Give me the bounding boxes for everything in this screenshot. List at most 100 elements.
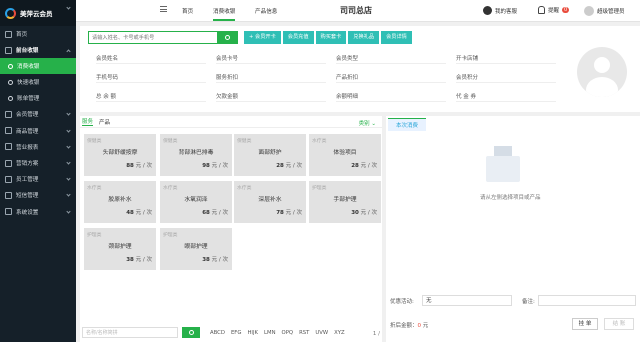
search-icon bbox=[188, 330, 194, 335]
nav-sms-management[interactable]: 短信管理 bbox=[0, 187, 76, 203]
card-name: 眼部护理 bbox=[184, 244, 208, 250]
service-card[interactable]: 保健类 背部淋巴排毒 98 元 / 次 bbox=[160, 134, 232, 176]
price-value: 38 bbox=[126, 257, 134, 263]
card-type: 保健类 bbox=[163, 139, 178, 144]
service-card[interactable]: 保健类 面部舒护 28 元 / 次 bbox=[234, 134, 306, 176]
letter-filter[interactable]: ABCD bbox=[210, 330, 225, 336]
nav-consume-cashier[interactable]: 消费收银 bbox=[0, 58, 76, 75]
tab-consume-cashier[interactable]: 消费收银 bbox=[213, 7, 236, 21]
price-value: 38 bbox=[202, 257, 210, 263]
price-unit: 元 / 次 bbox=[285, 163, 302, 169]
nav-product-management[interactable]: 商品管理 bbox=[0, 123, 76, 139]
nav-home[interactable]: 首页 bbox=[0, 26, 76, 42]
letter-filter[interactable]: LMN bbox=[264, 330, 275, 336]
tab-services[interactable]: 服务 bbox=[82, 117, 94, 126]
recharge-button[interactable]: 会员充值 bbox=[282, 31, 314, 44]
price-unit: 元 / 次 bbox=[211, 163, 228, 169]
member-search-button[interactable] bbox=[217, 32, 237, 43]
nav-marketing[interactable]: 营销方案 bbox=[0, 155, 76, 171]
nav-staff-management[interactable]: 员工管理 bbox=[0, 171, 76, 187]
user-service-icon bbox=[483, 6, 492, 15]
user-name: 超级管理员 bbox=[597, 9, 625, 15]
nav-bill-management[interactable]: 账单管理 bbox=[0, 5, 76, 106]
nav-label: 短信管理 bbox=[16, 193, 39, 200]
letter-filter[interactable]: HIJK bbox=[247, 330, 258, 336]
service-card[interactable]: 水疗类 深层补水 78 元 / 次 bbox=[234, 181, 306, 223]
discount-label: 优惠活动: bbox=[390, 299, 414, 305]
field-phone: 手机号码 bbox=[96, 73, 206, 83]
price-unit: 元 / 次 bbox=[360, 210, 377, 216]
avatar-placeholder-icon bbox=[577, 47, 627, 97]
card-price: 98 元 / 次 bbox=[202, 161, 228, 169]
open-card-button[interactable]: + 会员开卡 bbox=[244, 31, 281, 44]
price-value: 30 bbox=[351, 210, 359, 216]
service-card[interactable]: 保健类 头部舒缓按摩 88 元 / 次 bbox=[84, 134, 156, 176]
member-search-input[interactable] bbox=[89, 32, 217, 43]
service-card[interactable]: 水疗类 水氧润泽 68 元 / 次 bbox=[160, 181, 232, 223]
letter-filter[interactable]: OPQ bbox=[282, 330, 294, 336]
store-name: 司司总店 bbox=[340, 6, 372, 15]
chevron-down-icon bbox=[66, 208, 71, 214]
card-price: 88 元 / 次 bbox=[126, 161, 152, 169]
field-service-discount: 服务折扣 bbox=[216, 73, 326, 83]
card-price: 38 元 / 次 bbox=[202, 255, 228, 263]
chevron-down-icon bbox=[66, 176, 71, 181]
avatar bbox=[584, 6, 594, 16]
letter-filter[interactable]: RST bbox=[299, 330, 309, 336]
price-unit: 元 / 次 bbox=[135, 257, 152, 263]
service-card[interactable]: 护理类 眼部护理 38 元 / 次 bbox=[160, 228, 232, 270]
menu-toggle-icon[interactable] bbox=[160, 6, 167, 12]
user-menu[interactable]: 超级管理员 bbox=[584, 6, 625, 16]
member-icon bbox=[5, 110, 12, 118]
nav-business-report[interactable]: 营业报表 bbox=[0, 139, 76, 155]
service-card[interactable]: 护理类 颈部护理 38 元 / 次 bbox=[84, 228, 156, 270]
letter-filter[interactable]: UVW bbox=[315, 330, 328, 336]
nav-system-settings[interactable]: 系统设置 bbox=[0, 204, 76, 220]
tab-current-consumption[interactable]: 本次消费 bbox=[388, 118, 427, 131]
discount-select[interactable]: 无 bbox=[422, 295, 512, 306]
hang-order-button[interactable]: 挂 单 bbox=[572, 318, 598, 330]
price-unit: 元 / 次 bbox=[360, 163, 377, 169]
chevron-down-icon bbox=[66, 160, 71, 165]
nav-member-management[interactable]: 会员管理 bbox=[0, 106, 76, 122]
staff-icon bbox=[5, 175, 12, 183]
checkout-button[interactable]: 结 账 bbox=[604, 318, 634, 330]
nav-front-cashier[interactable]: 前台收银 bbox=[0, 42, 76, 58]
marketing-icon bbox=[5, 159, 12, 167]
service-search-input[interactable]: 名称/名称简拼 bbox=[82, 327, 178, 338]
chevron-down-icon bbox=[66, 192, 71, 197]
service-card[interactable]: 水疗类 胶原补水 48 元 / 次 bbox=[84, 181, 156, 223]
nav-quick-cashier[interactable]: 快速收银 bbox=[0, 74, 76, 90]
card-name: 体验项目 bbox=[333, 150, 357, 156]
amount-value: 0 bbox=[417, 323, 422, 329]
service-search-bar: 名称/名称简拼 ABCD EFG HIJK LMN OPQ RST UVW XY… bbox=[82, 327, 345, 338]
customer-service[interactable]: 我的客服 bbox=[483, 6, 517, 15]
reminder[interactable]: 提醒 0 bbox=[538, 6, 570, 14]
service-card[interactable]: 护理类 手部护理 30 元 / 次 bbox=[309, 181, 381, 223]
card-price: 38 元 / 次 bbox=[126, 255, 152, 263]
remark-input[interactable] bbox=[538, 295, 636, 306]
redeem-gift-button[interactable]: 兑换礼品 bbox=[348, 31, 380, 44]
service-search-button[interactable] bbox=[182, 327, 200, 338]
member-details-button[interactable]: 会员详情 bbox=[381, 31, 412, 44]
field-debt: 欠款金额 bbox=[216, 92, 326, 102]
page-indicator: 1 / bbox=[372, 331, 380, 337]
letter-filter[interactable]: EFG bbox=[231, 330, 242, 336]
card-type: 水疗类 bbox=[237, 186, 252, 191]
service-card[interactable]: 水疗类 体验项目 28 元 / 次 bbox=[309, 134, 381, 176]
card-type: 保健类 bbox=[237, 139, 252, 144]
tab-product-info[interactable]: 产品信息 bbox=[255, 7, 277, 15]
letter-filter[interactable]: XYZ bbox=[334, 330, 345, 336]
inbox-icon bbox=[486, 156, 520, 182]
tab-products[interactable]: 产品 bbox=[99, 118, 110, 126]
chevron-down-icon bbox=[66, 144, 71, 149]
field-balance-detail[interactable]: 余额明细 bbox=[336, 92, 446, 102]
card-name: 手部护理 bbox=[333, 197, 357, 203]
card-type: 水疗类 bbox=[87, 186, 102, 191]
report-icon bbox=[5, 143, 12, 151]
buy-package-button[interactable]: 购买套卡 bbox=[315, 31, 347, 44]
category-filter[interactable]: 类别 ⌄ bbox=[359, 119, 376, 127]
price-unit: 元 / 次 bbox=[135, 210, 152, 216]
member-actions: + 会员开卡 会员充值 购买套卡 兑换礼品 会员详情 bbox=[244, 31, 412, 44]
tab-home[interactable]: 首页 bbox=[182, 7, 193, 15]
